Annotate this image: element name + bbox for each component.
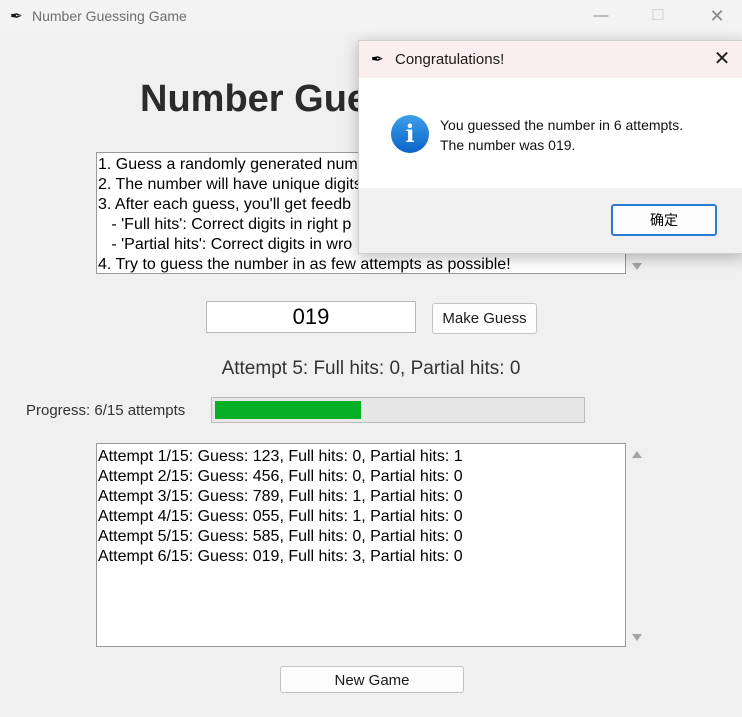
scroll-down-icon[interactable] [632, 263, 642, 270]
game-heading: Number Gue [140, 78, 369, 120]
window-title: Number Guessing Game [32, 8, 187, 24]
dialog-title: Congratulations! [395, 51, 505, 68]
instruction-line: 4. Try to guess the number in as few att… [98, 256, 511, 273]
dialog-message: You guessed the number in 6 attempts. Th… [440, 115, 683, 155]
new-game-button[interactable]: New Game [280, 666, 464, 693]
progress-label: Progress: 6/15 attempts [26, 402, 186, 419]
history-item: Attempt 2/15: Guess: 456, Full hits: 0, … [98, 468, 463, 485]
progress-fill [215, 401, 361, 419]
dialog-message-line: You guessed the number in 6 attempts. [440, 117, 684, 133]
minimize-button[interactable]: — [581, 0, 621, 32]
scroll-down-icon[interactable] [632, 634, 642, 641]
dialog-title-bar: ✒ Congratulations! ✕ [359, 41, 742, 78]
dialog-close-button[interactable]: ✕ [709, 46, 735, 72]
info-icon: i [391, 115, 429, 153]
dialog-message-line: The number was 019. [440, 137, 576, 153]
guess-input[interactable] [206, 301, 416, 333]
maximize-button[interactable]: ☐ [638, 0, 678, 32]
congratulations-dialog: ✒ Congratulations! ✕ i You guessed the n… [358, 40, 742, 254]
scroll-up-icon[interactable] [632, 451, 642, 458]
history-item: Attempt 5/15: Guess: 585, Full hits: 0, … [98, 528, 463, 545]
history-list: Attempt 1/15: Guess: 123, Full hits: 0, … [96, 443, 626, 647]
close-button[interactable]: ✕ [697, 0, 737, 32]
history-item: Attempt 6/15: Guess: 019, Full hits: 3, … [98, 548, 463, 565]
feather-icon: ✒ [371, 51, 384, 68]
feather-icon: ✒ [10, 8, 23, 25]
history-item: Attempt 4/15: Guess: 055, Full hits: 1, … [98, 508, 463, 525]
progress-bar [211, 397, 585, 423]
history-item: Attempt 3/15: Guess: 789, Full hits: 1, … [98, 488, 463, 505]
result-text: Attempt 5: Full hits: 0, Partial hits: 0 [221, 358, 521, 379]
history-item: Attempt 1/15: Guess: 123, Full hits: 0, … [98, 448, 463, 465]
history-scrollbar[interactable] [629, 443, 645, 647]
make-guess-button[interactable]: Make Guess [432, 303, 537, 334]
ok-button[interactable]: 确定 [611, 204, 717, 236]
dialog-footer: 确定 [359, 188, 742, 253]
title-bar: ✒ Number Guessing Game — ☐ ✕ [0, 0, 742, 32]
